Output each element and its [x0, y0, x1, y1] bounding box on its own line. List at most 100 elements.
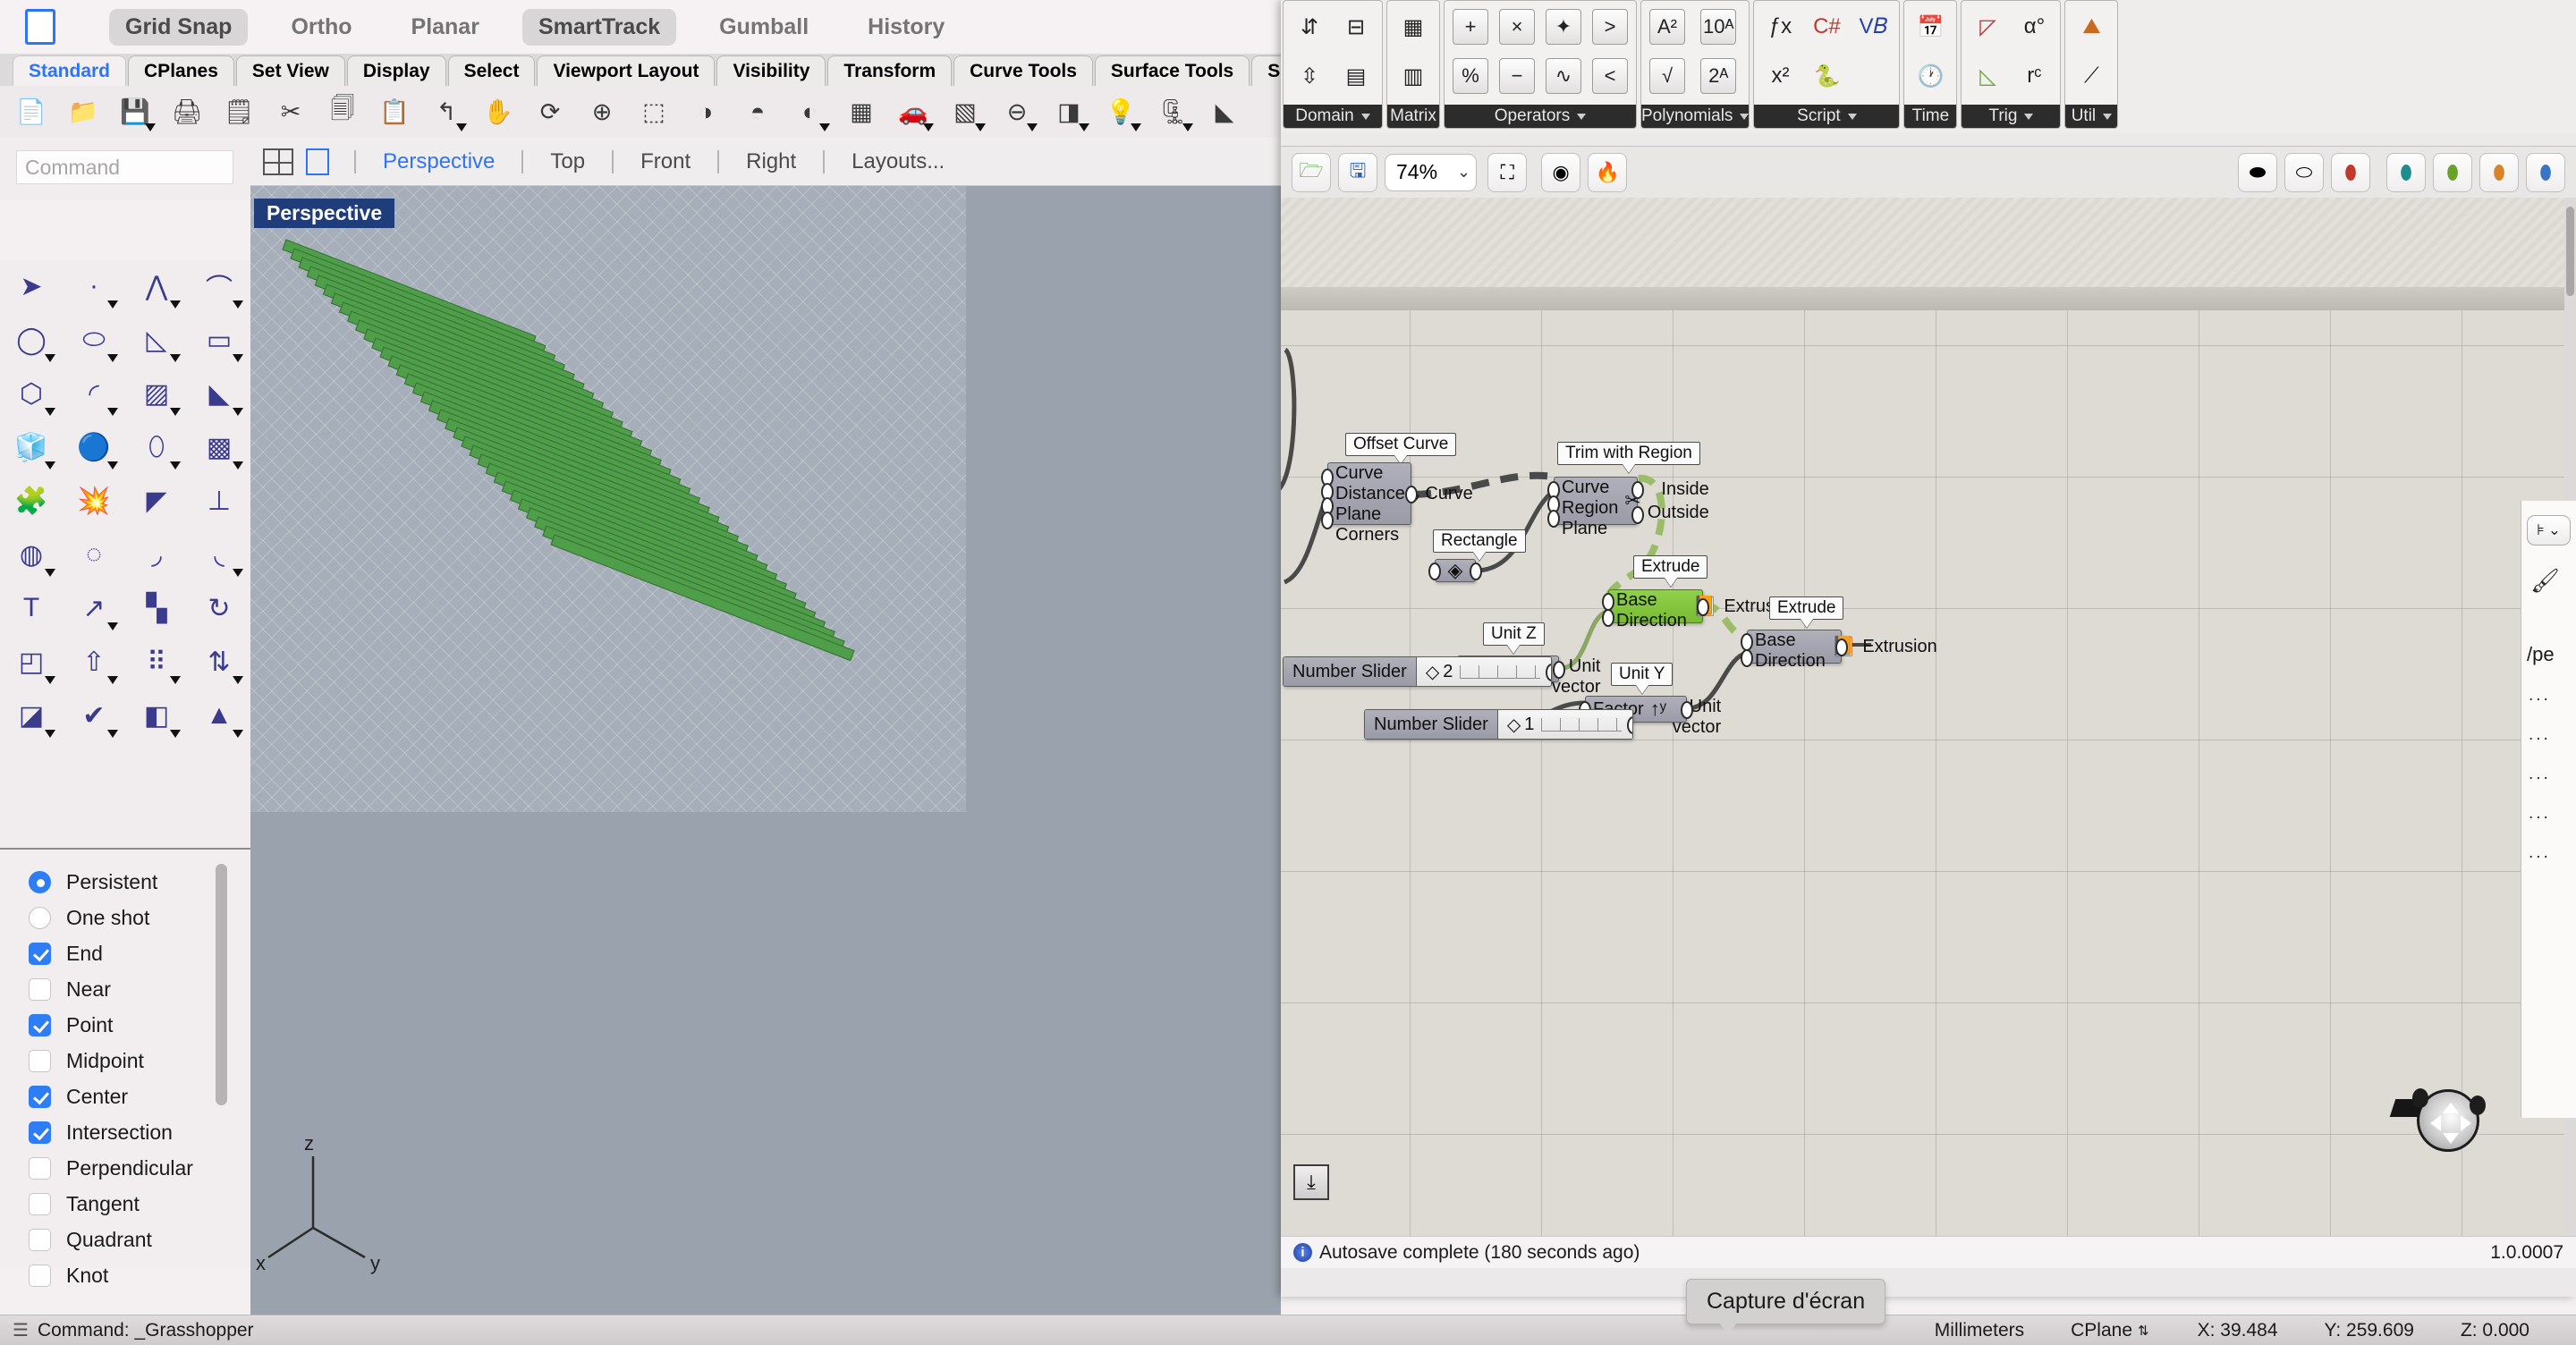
explode-icon[interactable]: 💥	[63, 474, 125, 528]
status-cplane[interactable]: CPlane ⇅	[2071, 1320, 2148, 1341]
input-port-base[interactable]	[1602, 593, 1614, 611]
checkbox-knot-icon[interactable]	[29, 1264, 51, 1287]
checkbox-point-icon[interactable]	[29, 1013, 51, 1036]
toggle-history[interactable]: History	[852, 9, 961, 46]
toggle-ortho[interactable]: Ortho	[275, 9, 368, 46]
input-port-direction[interactable]	[1602, 609, 1614, 627]
square-root-icon[interactable]: √	[1644, 53, 1690, 99]
undo-icon[interactable]: ↰	[420, 89, 472, 135]
toggle-planar[interactable]: Planar	[395, 9, 496, 46]
light-bulb-icon[interactable]: 💡	[1095, 89, 1147, 135]
larger-than-icon[interactable]: >	[1587, 4, 1633, 50]
fillet-icon[interactable]: ◜	[63, 367, 125, 420]
unroll-icon[interactable]: ◪	[0, 689, 63, 742]
gaussian-icon[interactable]: ⛰	[2068, 4, 2114, 50]
mesh-icon[interactable]: ◧	[125, 689, 188, 742]
open-folder-icon[interactable]: 📁	[57, 89, 109, 135]
zoom-selected-icon[interactable]: ◓	[732, 89, 784, 135]
checkbox-perpendicular-icon[interactable]	[29, 1156, 51, 1180]
gh-node-canvas[interactable]: Offset Curve Curve Distance Plane Corner…	[1281, 198, 2576, 1268]
matrix-display-icon[interactable]: ▥	[1390, 53, 1436, 99]
surface-patch-icon[interactable]: ▩	[188, 420, 250, 474]
toggle-gumball[interactable]: Gumball	[703, 9, 825, 46]
check-icon[interactable]: ✔	[63, 689, 125, 742]
osnap-knot[interactable]: Knot	[29, 1257, 250, 1293]
output-port-curve[interactable]	[1405, 486, 1418, 503]
zoom-dynamic-icon[interactable]: ◐	[784, 89, 835, 135]
tab-set-view[interactable]: Set View	[235, 55, 345, 86]
gh-zoom-extents-icon[interactable]: ⛶	[1487, 152, 1528, 192]
input-port-plane[interactable]	[1547, 510, 1560, 528]
vb-script-icon[interactable]: V𝐵	[1850, 4, 1896, 50]
output-port-outside[interactable]	[1631, 506, 1644, 524]
tab-transform[interactable]: Transform	[827, 55, 953, 86]
input-port-corners[interactable]	[1321, 512, 1334, 529]
node-trim-with-region[interactable]: Curve Region Plane ✂ Inside Outside	[1547, 477, 1709, 538]
gh-group-title-script[interactable]: Script	[1754, 105, 1900, 128]
viewport-layout-icon[interactable]: ▦	[835, 89, 887, 135]
gh-group-title-matrix[interactable]: Matrix	[1387, 105, 1439, 128]
tab-cplanes[interactable]: CPlanes	[128, 55, 234, 86]
node-extrude-1[interactable]: Base Direction 📙 Extrusion	[1602, 589, 1799, 630]
subtraction-icon[interactable]: −	[1494, 53, 1540, 99]
gh-zoom-select[interactable]: 74% ⌄	[1385, 153, 1478, 191]
gh-preview-eye-icon[interactable]: ◉	[1541, 152, 1581, 192]
checkbox-quadrant-icon[interactable]	[29, 1228, 51, 1251]
checkbox-center-icon[interactable]	[29, 1085, 51, 1108]
grid-array-icon[interactable]: ⠿	[125, 635, 188, 689]
checkbox-end-icon[interactable]	[29, 942, 51, 965]
gh-open-file-icon[interactable]: 🗁	[1292, 152, 1331, 192]
extrude-planar-icon[interactable]: ⇧	[63, 635, 125, 689]
gh-draw-icons-green-icon[interactable]: ⬮	[2433, 152, 2472, 192]
input-port-direction[interactable]	[1741, 649, 1753, 667]
ellipse-icon[interactable]: ⬭	[63, 313, 125, 367]
arc-icon[interactable]: ◺	[125, 313, 188, 367]
similarity-icon[interactable]: ∿	[1540, 53, 1587, 99]
zoom-extents-icon[interactable]: ◑	[680, 89, 732, 135]
osnap-tangent[interactable]: Tangent	[29, 1186, 250, 1222]
tab-standard[interactable]: Standard	[13, 55, 127, 86]
array-icon[interactable]: ▚	[125, 581, 188, 635]
output-port-inside[interactable]	[1631, 481, 1644, 499]
gh-group-title-domain[interactable]: Domain	[1284, 105, 1382, 128]
circle-icon[interactable]: ◯	[0, 313, 63, 367]
interpolate-icon[interactable]: ⟋	[2068, 53, 2114, 99]
node-rectangle[interactable]: ◈	[1428, 559, 1482, 582]
slider-handle-icon[interactable]: ◇	[1507, 714, 1521, 736]
csharp-script-icon[interactable]: C#	[1803, 4, 1850, 50]
four-view-icon[interactable]	[263, 148, 293, 175]
input-port-base[interactable]	[1741, 633, 1753, 651]
gh-preview-shaded-icon[interactable]: ⬬	[2238, 152, 2277, 192]
boolean-difference-icon[interactable]: ◍	[0, 528, 63, 581]
osnap-quadrant[interactable]: Quadrant	[29, 1222, 250, 1257]
extrude-surface-icon[interactable]: ◣	[188, 367, 250, 420]
tab-viewport-layout[interactable]: Viewport Layout	[537, 55, 716, 86]
select-arrow-icon[interactable]: ➤	[0, 259, 63, 313]
slider-track[interactable]: ◇ 1	[1497, 710, 1632, 739]
python-script-icon[interactable]: 🐍	[1803, 53, 1850, 99]
radio-persistent-icon[interactable]	[29, 870, 51, 893]
node-offset-curve[interactable]: Curve Distance Plane Corners ◞ Curve	[1321, 462, 1473, 545]
offset-dashed-icon[interactable]: ◟	[188, 528, 250, 581]
output-port-rectangle[interactable]	[1470, 563, 1482, 580]
list-item[interactable]: ...	[2521, 686, 2576, 706]
number-slider-z[interactable]: Number Slider ◇ 2	[1283, 656, 1552, 687]
rectangle-icon[interactable]: ▭	[188, 313, 250, 367]
render-colors-icon[interactable]: ◣	[1199, 89, 1250, 135]
gh-draw-icons-orange-icon[interactable]: ⬮	[2479, 152, 2519, 192]
status-units[interactable]: Millimeters	[1935, 1320, 2024, 1341]
gh-group-title-util[interactable]: Util	[2065, 105, 2118, 128]
tab-select[interactable]: Select	[447, 55, 536, 86]
gh-group-title-trig[interactable]: Trig	[1962, 105, 2061, 128]
boolean-union-icon[interactable]: 🧩	[0, 474, 63, 528]
list-item[interactable]: ...	[2521, 804, 2576, 824]
material-icon[interactable]: 🗜	[1147, 89, 1199, 135]
radians-icon[interactable]: rᶜ	[2011, 53, 2057, 99]
save-icon[interactable]: 💾	[109, 89, 161, 135]
domain-minmax-icon[interactable]: ⊟	[1333, 4, 1379, 50]
date-icon[interactable]: 📅	[1907, 4, 1953, 50]
offset-curve-icon[interactable]: ◞	[125, 528, 188, 581]
view-front[interactable]: Front	[626, 149, 705, 174]
domain-divide-icon[interactable]: ▤	[1333, 53, 1379, 99]
gh-bake-flame-icon[interactable]: 🔥	[1588, 152, 1628, 192]
